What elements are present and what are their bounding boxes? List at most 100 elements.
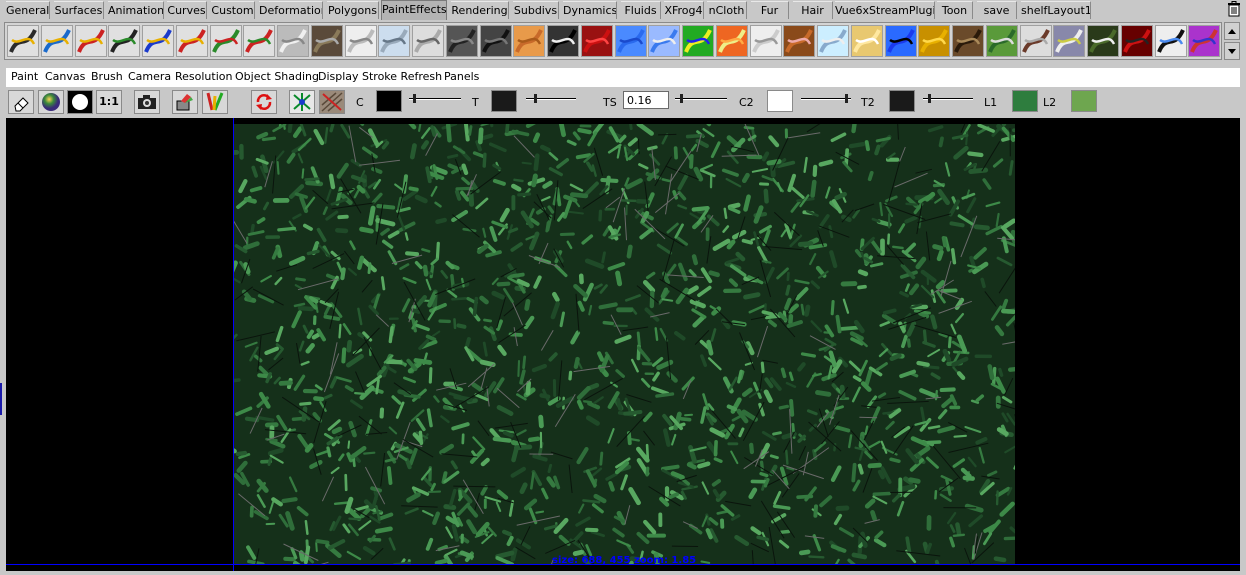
rgb-channel-button[interactable] [38,90,64,114]
brush-bucket-icon [176,94,193,111]
get-brush-button[interactable] [172,90,198,114]
branch-brush-icon[interactable] [1019,25,1052,57]
tab-polygons[interactable]: Polygons [327,1,379,19]
swirl-brush-icon[interactable] [918,25,951,57]
tree-brush-icon[interactable] [310,25,343,57]
confetti-brush-icon[interactable] [1188,25,1221,57]
stroke-brush-icon[interactable] [142,25,174,57]
clear-strokes-button[interactable] [319,90,345,114]
menu-display[interactable]: Display [318,70,359,83]
menu-resolution[interactable]: Resolution [175,70,232,83]
menu-paint[interactable]: Paint [11,70,38,83]
tab-painteffects[interactable]: PaintEffects [381,0,447,20]
menu-canvas[interactable]: Canvas [45,70,85,83]
shelf-scrollbar[interactable] [1224,22,1240,60]
neon-brush-icon[interactable] [884,25,917,57]
color-slider[interactable] [409,94,461,104]
paint-brushes-icon [206,92,224,111]
transparency-slider[interactable] [526,94,576,104]
transparency2-slider[interactable] [923,94,973,104]
color-brush-icon[interactable] [74,25,107,57]
transparency-swatch[interactable] [491,90,517,112]
fit-one-to-one-button[interactable]: 1:1 [96,90,122,114]
egg-brush-icon[interactable] [850,25,883,57]
color2-swatch[interactable] [767,90,793,112]
wire-brush-icon[interactable] [412,25,444,57]
menu-camera[interactable]: Camera [128,70,171,83]
menu-stroke-refresh[interactable]: Stroke Refresh [362,70,442,83]
feather-brush-icon[interactable] [1120,25,1153,57]
curve-brush-icon[interactable] [209,25,242,57]
tab-save[interactable]: save [977,1,1017,19]
flower-brush-icon[interactable] [1053,25,1086,57]
curve-brush-icon[interactable] [175,25,208,57]
wireframe-on-shaded-button[interactable] [289,90,315,114]
transparency2-swatch[interactable] [889,90,915,112]
paint-canvas-panel[interactable]: size: 688, 455 zoom: 1.85 [6,118,1240,571]
tab-subdivs[interactable]: Subdivs [513,1,559,19]
redraw-icon [256,94,272,110]
tree-shape-icon[interactable] [1087,25,1119,57]
ink-brush-icon[interactable] [445,25,478,57]
particle-brush-icon[interactable] [1154,25,1187,57]
tab-general[interactable]: General [6,1,50,19]
tab-hair[interactable]: Hair [793,1,833,19]
snapshot-button[interactable] [134,90,160,114]
rainbow-brush-icon[interactable] [682,25,714,57]
red-paint-icon[interactable] [580,25,613,57]
scroll-up-icon[interactable] [1224,22,1240,40]
trash-icon[interactable] [1226,1,1242,17]
tab-dynamics[interactable]: Dynamics [563,1,617,19]
blue-stroke-icon[interactable] [614,25,647,57]
charcoal-brush-icon[interactable] [479,25,512,57]
tab-vue6xstreamplugin[interactable]: Vue6xStreamPlugin [835,1,935,19]
tab-rendering[interactable]: Rendering [451,1,509,19]
color2-slider[interactable] [801,94,851,104]
tube-scale-input[interactable] [623,91,669,109]
erase-canvas-button[interactable] [8,90,34,114]
crystal-brush-icon[interactable] [378,25,411,57]
dots-brush-icon[interactable] [648,25,681,57]
tab-fur[interactable]: Fur [751,1,789,19]
color-swatch[interactable] [376,90,402,112]
fire-brush-icon[interactable] [715,25,748,57]
alpha-channel-button[interactable] [67,90,93,114]
curve-brush-icon[interactable] [243,25,276,57]
oil-brush-icon[interactable] [513,25,546,57]
foliage-painting[interactable] [234,124,1015,564]
menu-brush[interactable]: Brush [91,70,123,83]
refresh-button[interactable] [251,90,277,114]
leaf2-swatch[interactable] [1071,90,1097,112]
snake-brush-icon[interactable] [783,25,816,57]
menu-object-shading[interactable]: Object Shading [235,70,319,83]
tab-shelflayout1[interactable]: shelfLayout1 [1021,1,1091,19]
teapot-icon[interactable] [277,25,309,57]
sphere-brush-icon[interactable] [40,25,73,57]
splatter-brush-icon[interactable] [547,25,579,57]
transparency2-label: T2 [861,96,875,109]
template-brush-icon[interactable] [108,25,141,57]
tab-fluids[interactable]: Fluids [621,1,661,19]
template-brush-button[interactable] [202,90,228,114]
brush-shelf [4,22,1222,60]
tube-scale-slider[interactable] [675,94,727,104]
tab-surfaces[interactable]: Surfaces [54,1,104,19]
tube-brush-icon[interactable] [817,25,849,57]
tab-custom[interactable]: Custom [211,1,255,19]
hair-brush-icon[interactable] [952,25,984,57]
tab-toon[interactable]: Toon [937,1,973,19]
tab-ncloth[interactable]: nCloth [707,1,747,19]
menu-panels[interactable]: Panels [444,70,479,83]
scroll-down-icon[interactable] [1224,42,1240,60]
tab-xfrog4[interactable]: XFrog4 [664,1,704,19]
grass-pattern-icon[interactable] [749,25,782,57]
tab-animation[interactable]: Animation [108,1,164,19]
tube-scale-label: TS [603,96,617,109]
paint-brush-icon[interactable] [7,25,39,57]
leaf1-swatch[interactable] [1012,90,1038,112]
sparkle-brush-icon[interactable] [344,25,377,57]
tab-curves[interactable]: Curves [167,1,207,19]
tab-deformation[interactable]: Deformation [259,1,323,19]
leaf1-label: L1 [984,96,998,109]
grass-brush-icon[interactable] [985,25,1018,57]
